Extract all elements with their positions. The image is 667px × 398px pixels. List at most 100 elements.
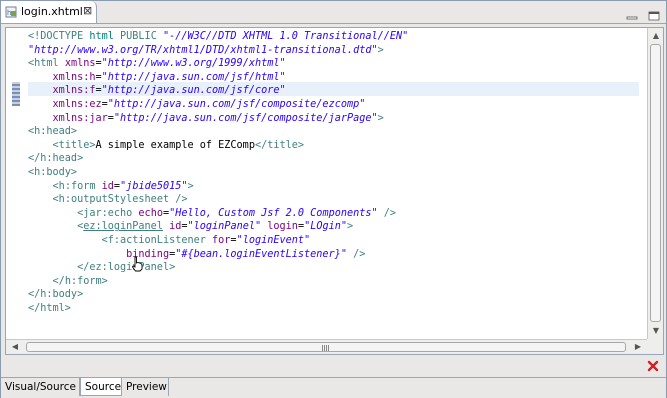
code-line[interactable]: xmlns:h="http://java.sun.com/jsf/html"	[28, 71, 286, 85]
editor-tab-label: login.xhtml	[21, 5, 83, 18]
code-token: <h:head>	[28, 126, 78, 138]
code-token: "http://java.sun.com/jsf/composite/jarPa…	[113, 112, 378, 124]
scrollbar-corner	[647, 339, 663, 354]
editor-ruler	[6, 28, 26, 339]
maximize-icon[interactable]	[648, 6, 660, 21]
minimize-icon[interactable]	[626, 6, 638, 20]
code-token: </html>	[28, 303, 71, 314]
code-token: />	[377, 207, 397, 219]
code-line[interactable]: "http://www.w3.org/TR/xhtml1/DTD/xhtml1-…	[28, 44, 384, 58]
code-token: ez:loginPanel	[83, 221, 163, 233]
tab-preview[interactable]: Preview	[122, 378, 169, 396]
code-area[interactable]: <!DOCTYPE html PUBLIC "-//W3C//DTD XHTML…	[28, 28, 639, 339]
code-token: xmlns:h	[52, 71, 96, 83]
xhtml-file-icon: h	[5, 6, 17, 18]
code-line[interactable]: xmlns:jar="http://java.sun.com/jsf/compo…	[28, 112, 384, 126]
code-token: echo	[138, 207, 163, 219]
code-token: xmlns:ez	[52, 99, 102, 110]
source-editor[interactable]: <!DOCTYPE html PUBLIC "-//W3C//DTD XHTML…	[5, 27, 664, 355]
code-line[interactable]: xmlns:f="http://java.sun.com/jsf/core"	[28, 84, 286, 98]
bottom-tab-bar: Visual/Source Source Preview	[1, 377, 666, 398]
code-token: id	[101, 180, 114, 192]
code-token: for	[212, 235, 231, 246]
code-token: "http://java.sun.com/jsf/composite/ezcom…	[107, 99, 366, 110]
code-token: </title>	[254, 139, 305, 151]
close-red-icon[interactable]	[646, 358, 660, 372]
code-token: >	[187, 180, 194, 192]
code-token: "http://www.w3.org/1999/xhtml"	[101, 58, 286, 70]
code-token: <title>	[52, 139, 96, 151]
code-token: >	[347, 221, 354, 233]
code-line[interactable]: <html xmlns="http://www.w3.org/1999/xhtm…	[28, 57, 286, 71]
code-token: >	[377, 44, 384, 56]
code-token: xmlns:jar	[52, 112, 108, 124]
editor-window: h login.xhtml ⊠ <!DOCTYPE html PUBLIC "-…	[0, 0, 667, 398]
code-line[interactable]: <h:head>	[28, 125, 77, 139]
code-token: <h:outputStylesheet />	[52, 194, 188, 206]
code-token: />	[346, 248, 366, 260]
code-token: "#{bean.loginEventListener}"	[175, 248, 347, 260]
code-line[interactable]: </h:body>	[28, 288, 83, 302]
code-token: <h:body>	[28, 167, 78, 178]
code-line[interactable]: </html>	[28, 302, 71, 316]
scroll-up-icon[interactable]: ▲	[651, 31, 661, 41]
code-token: </h:body>	[28, 289, 84, 301]
code-token: <jar:echo	[77, 207, 139, 219]
code-token: "loginEvent"	[236, 235, 311, 246]
tab-source[interactable]: Source	[80, 378, 122, 396]
code-line[interactable]: <h:body>	[28, 166, 77, 180]
code-line[interactable]: xmlns:ez="http://java.sun.com/jsf/compos…	[28, 98, 366, 112]
editor-tab-login-xhtml[interactable]: h login.xhtml ⊠	[1, 1, 97, 23]
tab-visual-source[interactable]: Visual/Source	[1, 378, 80, 396]
scroll-left-icon[interactable]: ◀	[10, 342, 20, 352]
code-line[interactable]: <title>A simple example of EZComp</title…	[28, 139, 304, 153]
code-token: <html	[28, 58, 65, 70]
close-tab-icon[interactable]: ⊠	[83, 5, 92, 17]
horizontal-scrollbar[interactable]: ◀ ▶	[6, 339, 647, 354]
code-token: <h:form	[52, 180, 102, 192]
code-token: html	[89, 31, 114, 42]
code-line[interactable]: </h:form>	[28, 275, 108, 289]
code-line[interactable]: binding="#{bean.loginEventListener}" />	[28, 248, 365, 262]
code-token: </h:form>	[52, 275, 108, 287]
scroll-right-icon[interactable]: ▶	[633, 342, 643, 352]
code-token: "LOgin"	[304, 221, 348, 233]
code-token: id	[169, 221, 182, 233]
code-token: login	[267, 221, 298, 233]
horizontal-scroll-thumb[interactable]	[26, 342, 626, 352]
scroll-down-icon[interactable]: ▼	[651, 326, 661, 336]
code-line[interactable]: </ez:loginPanel>	[28, 261, 175, 275]
code-token: PUBLIC	[113, 31, 163, 42]
code-line[interactable]: <h:form id="jbide5015">	[28, 180, 194, 194]
code-token: "Hello, Custom Jsf 2.0 Components"	[169, 207, 378, 219]
code-line[interactable]: </h:head>	[28, 152, 83, 166]
code-token: "http://java.sun.com/jsf/html"	[101, 71, 286, 83]
code-token: "-//W3C//DTD XHTML 1.0 Transitional//EN"	[162, 31, 409, 42]
code-line[interactable]: <h:outputStylesheet />	[28, 193, 188, 207]
code-token: "http://www.w3.org/TR/xhtml1/DTD/xhtml1-…	[28, 44, 378, 56]
vertical-scrollbar[interactable]: ▲ ▼	[647, 28, 663, 339]
code-line[interactable]: <!DOCTYPE html PUBLIC "-//W3C//DTD XHTML…	[28, 30, 408, 44]
code-line[interactable]: <ez:loginPanel id="loginPanel" login="LO…	[28, 220, 353, 234]
code-line[interactable]: <jar:echo echo="Hello, Custom Jsf 2.0 Co…	[28, 207, 396, 221]
code-line[interactable]: <f:actionListener for="loginEvent"	[28, 234, 311, 248]
code-token: <!DOCTYPE	[28, 31, 90, 42]
vertical-scroll-thumb[interactable]	[650, 44, 661, 322]
code-token: xmlns	[64, 58, 96, 70]
quick-diff-marker-icon	[12, 82, 20, 106]
hand-pointer-icon	[131, 256, 143, 272]
code-token: xmlns:f	[52, 85, 96, 97]
code-token: </ez:loginPanel>	[77, 262, 176, 274]
code-token: "jbide5015"	[120, 180, 188, 192]
code-token: "http://java.sun.com/jsf/core"	[101, 85, 286, 97]
code-token: <f:actionListener	[101, 235, 213, 246]
